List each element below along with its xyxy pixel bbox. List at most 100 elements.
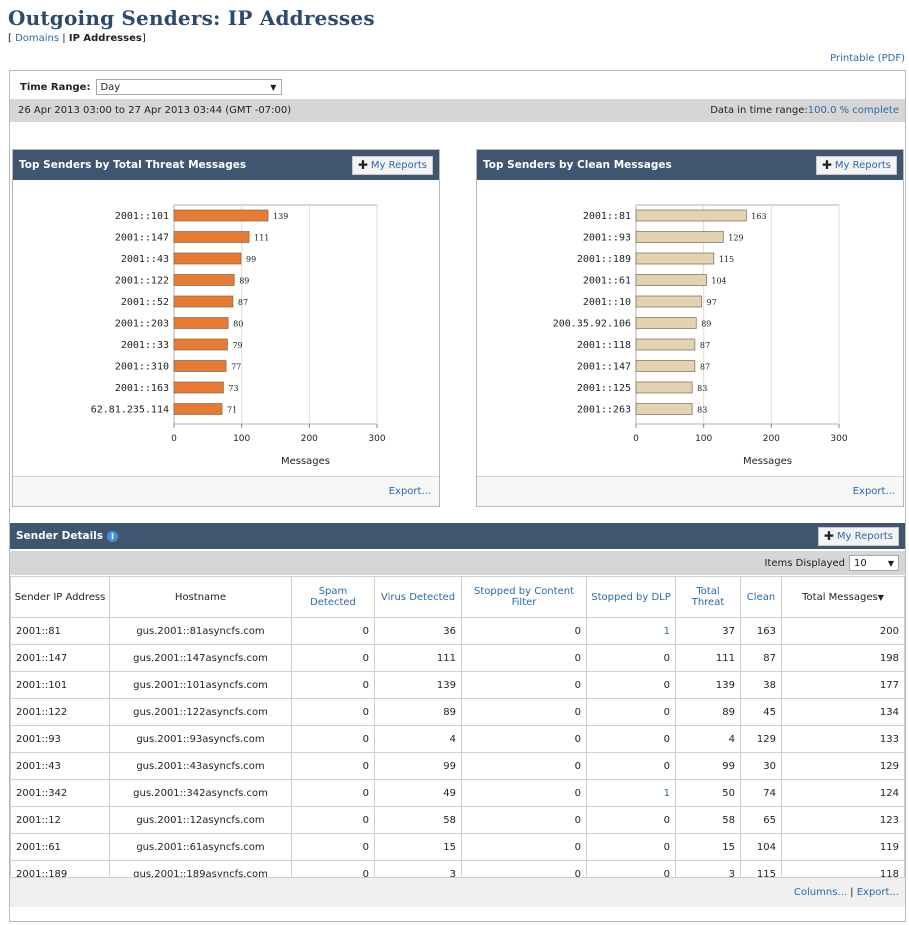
col-clean[interactable]: Clean <box>740 576 782 618</box>
bar <box>173 381 224 394</box>
cell-content-filter: 0 <box>461 644 587 672</box>
category-label: 2001::43 <box>121 254 169 265</box>
threat-my-reports-button[interactable]: ✚ My Reports <box>351 155 433 175</box>
cell-total-threat: 37 <box>675 617 741 645</box>
breadcrumb-separator: | <box>62 33 66 44</box>
bar <box>173 403 223 415</box>
x-tick-label: 0 <box>171 434 177 444</box>
data-label: 139 <box>273 212 288 221</box>
cell-sender-ip: 2001::81 <box>10 617 110 645</box>
col-total-messages[interactable]: Total Messages▼ <box>781 576 905 618</box>
range-bar: 26 Apr 2013 03:00 to 27 Apr 2013 03:44 (… <box>10 99 905 122</box>
table-row: 2001::43 gus.2001::43asyncfs.com 0 99 0 0 99 30… <box>10 752 905 780</box>
data-label: 129 <box>728 234 743 243</box>
data-label: 77 <box>231 363 241 372</box>
threat-panel-title: Top Senders by Total Threat Messages <box>19 159 247 171</box>
page-title: Outgoing Senders: IP Addresses <box>8 6 375 30</box>
x-tick-label: 0 <box>633 434 639 444</box>
col-sender-ip[interactable]: Sender IP Address <box>10 576 110 618</box>
threat-export-link[interactable]: Export... <box>389 486 431 497</box>
clean-export-link[interactable]: Export... <box>853 486 895 497</box>
col-virus[interactable]: Virus Detected <box>374 576 462 618</box>
cell-content-filter: 0 <box>461 671 587 699</box>
cell-clean: 38 <box>740 671 782 699</box>
cell-total-threat: 4 <box>675 725 741 753</box>
breadcrumb-close: ] <box>141 33 146 44</box>
cell-total-messages: 198 <box>781 644 905 672</box>
cell-clean: 65 <box>740 806 782 834</box>
category-label: 2001::147 <box>115 233 169 244</box>
cell-content-filter: 0 <box>461 725 587 753</box>
bar <box>635 317 697 329</box>
cell-sender-ip: 2001::342 <box>10 779 110 807</box>
bar <box>173 274 235 286</box>
cell-total-threat: 139 <box>675 671 741 699</box>
range-text: 26 Apr 2013 03:00 to 27 Apr 2013 03:44 (… <box>18 105 292 116</box>
cell-dlp: 1 <box>586 617 676 645</box>
data-label: 97 <box>707 298 717 307</box>
threat-panel-footer: Export... <box>13 476 439 506</box>
cell-sender-ip: 2001::93 <box>10 725 110 753</box>
cell-total-messages: 133 <box>781 725 905 753</box>
bar <box>635 274 707 286</box>
info-icon[interactable]: i <box>107 530 119 542</box>
cell-hostname: gus.2001::147asyncfs.com <box>109 644 292 672</box>
cell-total-threat: 89 <box>675 698 741 726</box>
breadcrumb: [ Domains | IP Addresses] <box>8 33 146 44</box>
cell-virus: 99 <box>374 752 462 780</box>
cell-total-threat: 15 <box>675 833 741 861</box>
threat-panel-header: Top Senders by Total Threat Messages ✚ M… <box>13 150 439 180</box>
cell-total-threat: 50 <box>675 779 741 807</box>
cell-spam: 0 <box>291 833 375 861</box>
bar <box>635 403 693 415</box>
clean-my-reports-button[interactable]: ✚ My Reports <box>815 155 897 175</box>
cell-clean: 74 <box>740 779 782 807</box>
table-row: 2001::147 gus.2001::147asyncfs.com 0 111 0 0 1… <box>10 644 905 672</box>
cell-content-filter: 0 <box>461 698 587 726</box>
category-label: 2001::189 <box>577 254 631 265</box>
category-label: 2001::118 <box>577 340 631 351</box>
bar <box>635 231 724 243</box>
data-label: 80 <box>233 320 243 329</box>
x-tick-label: 200 <box>301 434 318 444</box>
col-spam[interactable]: Spam Detected <box>291 576 375 618</box>
cell-virus: 4 <box>374 725 462 753</box>
cell-clean: 163 <box>740 617 782 645</box>
col-dlp[interactable]: Stopped by DLP <box>586 576 676 618</box>
chevron-down-icon: ▼ <box>887 559 894 568</box>
bar <box>635 209 747 222</box>
category-label: 2001::33 <box>121 340 169 351</box>
col-total-threat[interactable]: Total Threat <box>675 576 741 618</box>
cell-spam: 0 <box>291 644 375 672</box>
col-content-filter[interactable]: Stopped by Content Filter <box>461 576 587 618</box>
table-footer: Columns... | Export... <box>10 877 905 907</box>
time-range-select[interactable]: Day ▼ <box>96 79 283 95</box>
clean-panel-footer: Export... <box>477 476 903 506</box>
cell-virus: 36 <box>374 617 462 645</box>
plus-icon: ✚ <box>823 529 834 543</box>
cell-clean: 104 <box>740 833 782 861</box>
bar <box>173 360 227 372</box>
threat-chart-panel: Top Senders by Total Threat Messages ✚ M… <box>12 149 440 507</box>
nav-domains-link[interactable]: Domains <box>15 33 59 44</box>
table-header-row: Sender IP Address Hostname Spam Detected… <box>10 576 905 618</box>
printable-pdf-link[interactable]: Printable (PDF) <box>830 53 905 64</box>
cell-hostname: gus.2001::43asyncfs.com <box>109 752 292 780</box>
cell-total-messages: 123 <box>781 806 905 834</box>
cell-dlp: 0 <box>586 644 676 672</box>
my-reports-label: My Reports <box>836 530 893 542</box>
columns-link[interactable]: Columns... <box>794 887 847 898</box>
cell-spam: 0 <box>291 698 375 726</box>
category-label: 2001::10 <box>583 297 631 308</box>
category-label: 62.81.235.114 <box>91 405 169 416</box>
data-label: 111 <box>254 234 269 243</box>
table-export-link[interactable]: Export... <box>857 887 899 898</box>
category-label: 2001::203 <box>115 319 169 330</box>
data-label: 83 <box>697 384 707 393</box>
col-hostname[interactable]: Hostname <box>109 576 292 618</box>
cell-dlp: 1 <box>586 779 676 807</box>
items-displayed-select[interactable]: 10 ▼ <box>849 555 899 571</box>
details-my-reports-button[interactable]: ✚ My Reports <box>817 526 899 546</box>
x-tick-label: 100 <box>233 434 250 444</box>
bar <box>635 338 696 351</box>
